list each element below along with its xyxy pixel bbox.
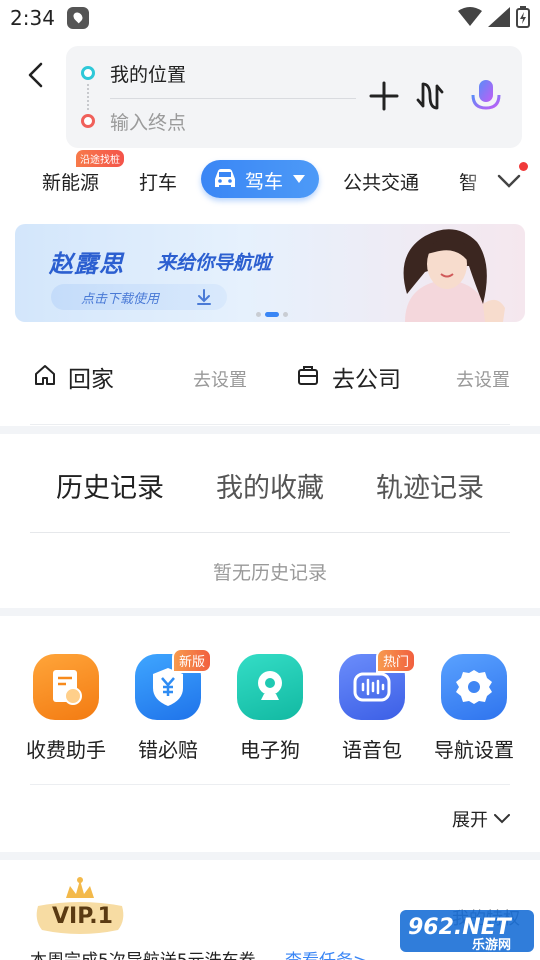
vip-level-badge[interactable]: VIP.1: [30, 876, 130, 938]
start-point-dot-icon: [81, 66, 95, 80]
tool-toll-assistant[interactable]: 收费助手: [16, 652, 116, 762]
back-arrow-icon[interactable]: [22, 60, 52, 90]
home-shortcut-label[interactable]: 回家: [68, 360, 114, 394]
add-waypoint-icon[interactable]: [368, 80, 400, 112]
chevron-down-icon: [497, 174, 521, 188]
end-point-dot-icon: [81, 114, 95, 128]
tab-label: 驾车: [245, 171, 284, 193]
site-watermark-logo: 962.NET 乐游网: [400, 910, 534, 953]
wifi-icon: [458, 7, 482, 26]
status-time: 2:34: [10, 6, 55, 30]
tool-nav-settings[interactable]: 导航设置: [424, 652, 524, 762]
route-search-panel: 我的位置 输入终点 新能源 沿途找桩 打车 驾车 公共交通 智: [0, 36, 540, 210]
route-connector: [87, 84, 89, 110]
banner-subtitle: 来给你导航啦: [157, 252, 272, 274]
map-app-notification-icon: [67, 7, 89, 29]
vip-section: VIP.1 我的特权 本周完成5次导航送5元洗车券 查看任务> 962.NET …: [0, 860, 540, 960]
tab-label: 公共交通: [343, 172, 420, 194]
page-dot: [256, 312, 261, 317]
hot-badge: 热门: [376, 648, 417, 673]
divider: [30, 532, 510, 533]
voice-input-mic-icon[interactable]: [470, 78, 502, 114]
more-modes-button[interactable]: [494, 166, 524, 196]
banner-download-button[interactable]: 点击下载使用: [51, 284, 227, 310]
divider: [30, 784, 510, 785]
tab-taxi[interactable]: 打车: [139, 168, 177, 195]
route-input-box: 我的位置 输入终点: [66, 46, 522, 148]
vip-level-text: VIP.1: [52, 904, 113, 929]
route-divider: [110, 98, 356, 99]
vip-task-text: 本周完成5次导航送5元洗车券: [30, 946, 256, 960]
toll-receipt-icon: [33, 654, 99, 720]
records-section: 历史记录 我的收藏 轨迹记录 暂无历史记录: [0, 434, 540, 608]
banner-button-label: 点击下载使用: [81, 292, 160, 307]
tool-speed-camera[interactable]: 电子狗: [220, 652, 320, 762]
tab-label: 新能源: [42, 172, 100, 194]
tabs-fade: [464, 154, 494, 206]
status-bar: 2:34: [0, 0, 540, 36]
notification-dot: [519, 162, 528, 171]
gear-icon: [441, 654, 507, 720]
chevron-down-icon: [494, 814, 510, 824]
briefcase-icon: [298, 366, 318, 385]
work-shortcut-label[interactable]: 去公司: [332, 360, 401, 394]
status-icons: [458, 6, 530, 28]
car-icon: [215, 169, 235, 187]
tool-voice-pack[interactable]: 热门 语音包: [322, 648, 422, 762]
swap-route-icon[interactable]: [416, 80, 444, 112]
tab-tracks[interactable]: 轨迹记录: [376, 466, 484, 505]
home-set-button[interactable]: 去设置: [193, 366, 247, 392]
tool-error-compensation[interactable]: 新版 错必赔: [118, 648, 218, 762]
tab-new-energy[interactable]: 新能源 沿途找桩: [42, 150, 124, 195]
view-tasks-link[interactable]: 查看任务>: [285, 946, 367, 960]
start-location-field[interactable]: 我的位置: [110, 60, 186, 87]
page-dot: [283, 312, 288, 317]
travel-mode-tabs: 新能源 沿途找桩 打车 驾车 公共交通 智: [0, 150, 540, 206]
divider: [30, 424, 510, 425]
tools-section: 收费助手 新版 错必赔 电子狗 热门 语音包 导航设置 展开: [0, 616, 540, 852]
tab-drive[interactable]: 驾车: [201, 160, 319, 198]
tab-public-transit[interactable]: 公共交通: [343, 168, 419, 195]
battery-icon: [516, 6, 530, 28]
watermark-subtext: 乐游网: [472, 937, 511, 953]
charging-badge: 沿途找桩: [76, 150, 124, 167]
camera-icon: [237, 654, 303, 720]
watermark-text: 962.NET: [408, 915, 513, 940]
home-icon: [35, 365, 55, 385]
tab-favorites[interactable]: 我的收藏: [216, 466, 324, 505]
empty-history-text: 暂无历史记录: [212, 562, 327, 584]
dropdown-caret-icon: [293, 175, 305, 183]
work-set-button[interactable]: 去设置: [456, 366, 510, 392]
banner-section: 赵露思 来给你导航啦 点击下载使用: [0, 210, 540, 334]
promo-banner[interactable]: 赵露思 来给你导航啦 点击下载使用: [15, 224, 525, 322]
home-work-shortcuts: 回家 去设置 去公司 去设置: [0, 334, 540, 426]
destination-input[interactable]: 输入终点: [110, 108, 186, 135]
tab-history[interactable]: 历史记录: [56, 466, 164, 505]
tab-label: 打车: [139, 172, 178, 194]
signal-icon: [488, 7, 510, 27]
page-dot-active: [265, 312, 279, 317]
tool-label: 导航设置: [434, 738, 514, 762]
banner-title: 赵露思: [49, 250, 124, 278]
expand-label: 展开: [452, 810, 488, 831]
new-version-badge: 新版: [172, 648, 213, 673]
celebrity-portrait-image: [403, 229, 505, 322]
banner-pagination: [256, 312, 288, 317]
download-arrow-icon: [197, 289, 211, 305]
expand-button[interactable]: 展开: [452, 806, 510, 832]
